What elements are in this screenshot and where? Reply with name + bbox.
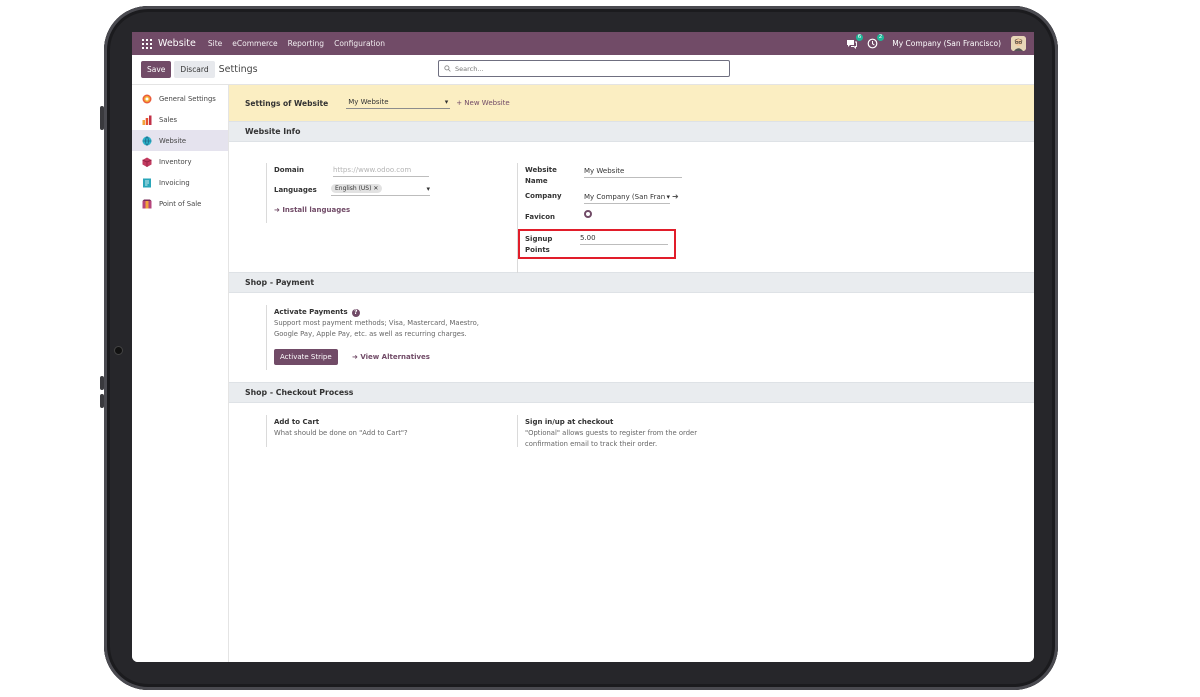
- favicon-upload-icon[interactable]: [584, 210, 592, 218]
- activate-payments-label: Activate Payments?: [274, 308, 360, 317]
- chat-badge: 6: [855, 34, 864, 41]
- chat-icon[interactable]: 6: [846, 34, 864, 50]
- general-settings-icon: [142, 94, 152, 104]
- website-info-body: Domain https://www.odoo.com Languages En…: [229, 142, 1034, 273]
- shop-payment-body: Activate Payments? Support most payment …: [229, 293, 1034, 382]
- website-selector-label: Settings of Website: [245, 98, 329, 108]
- top-navbar: Website Site eCommerce Reporting Configu…: [132, 32, 1034, 55]
- section-checkout-process: Shop - Checkout Process: [229, 382, 1034, 403]
- camera-dot: [114, 346, 123, 355]
- menu-reporting[interactable]: Reporting: [288, 39, 324, 48]
- sidebar-item-point-of-sale[interactable]: Point of Sale: [132, 193, 228, 214]
- sidebar-item-label: General Settings: [159, 94, 216, 103]
- sidebar-item-label: Invoicing: [159, 178, 190, 187]
- arrow-right-icon: ➜: [274, 206, 280, 214]
- website-select[interactable]: My Website ▾: [346, 97, 451, 109]
- navbar-right: 6 2 My Company (San Francisco): [846, 32, 1026, 55]
- save-button[interactable]: Save: [141, 61, 172, 78]
- new-website-link[interactable]: + New Website: [456, 99, 510, 107]
- add-to-cart-label: Add to Cart: [274, 418, 320, 426]
- sidebar-item-label: Point of Sale: [159, 199, 202, 208]
- signin-description-line-2: confirmation email to track their order.: [525, 440, 658, 447]
- caret-down-icon: ▾: [666, 193, 670, 201]
- website-name-label: Website Name: [525, 166, 557, 185]
- caret-down-icon: ▾: [426, 184, 430, 193]
- sidebar-item-general-settings[interactable]: General Settings: [132, 88, 228, 109]
- help-question-icon[interactable]: ?: [351, 309, 360, 317]
- sidebar-item-website[interactable]: Website: [132, 130, 228, 151]
- sidebar-item-label: Inventory: [159, 157, 192, 166]
- external-link-arrow-icon[interactable]: ➜: [672, 192, 679, 201]
- user-avatar[interactable]: [1011, 36, 1026, 51]
- install-languages-link[interactable]: ➜ Install languages: [274, 206, 350, 214]
- sidebar-item-label: Sales: [159, 115, 178, 124]
- activity-badge: 2: [876, 34, 885, 41]
- language-tag[interactable]: English (US) ✕: [331, 184, 383, 193]
- signup-points-input[interactable]: 5.00: [580, 234, 668, 245]
- menu-site[interactable]: Site: [208, 39, 222, 48]
- signin-checkout-label: Sign in/up at checkout: [525, 418, 614, 426]
- screen: Website Site eCommerce Reporting Configu…: [132, 32, 1034, 662]
- caret-down-icon: ▾: [444, 97, 449, 106]
- section-website-info: Website Info: [229, 121, 1034, 142]
- settings-content: Settings of Website My Website ▾ + New W…: [229, 85, 1034, 662]
- website-name-input[interactable]: My Website: [584, 167, 682, 178]
- tag-remove-icon[interactable]: ✕: [373, 185, 378, 192]
- menu-ecommerce[interactable]: eCommerce: [232, 39, 277, 48]
- company-select-value: My Company (San Fran: [584, 193, 666, 201]
- company-select[interactable]: My Company (San Fran ▾: [584, 193, 670, 204]
- tablet-side-button: [100, 376, 104, 390]
- left-column-divider: [266, 163, 273, 223]
- sidebar-item-label: Website: [159, 136, 187, 145]
- settings-sidebar: General Settings Sales Website Inventory: [132, 85, 229, 662]
- activate-stripe-button[interactable]: Activate Stripe: [274, 349, 338, 365]
- activity-clock-icon[interactable]: 2: [867, 34, 885, 49]
- company-label: Company: [525, 192, 562, 200]
- tablet-side-button: [100, 394, 104, 408]
- view-alternatives-link[interactable]: ➜ View Alternatives: [352, 353, 430, 361]
- search-box[interactable]: [438, 60, 730, 77]
- signup-points-label: Signup Points: [525, 235, 553, 254]
- tablet-side-button: [100, 106, 104, 130]
- company-switcher[interactable]: My Company (San Francisco): [892, 39, 1001, 48]
- languages-field[interactable]: English (US) ✕ ▾: [331, 184, 430, 196]
- point-of-sale-icon: [142, 199, 152, 209]
- payment-description-line-2: Google Pay, Apple Pay, etc. as well as r…: [274, 330, 467, 338]
- checkout-left-divider: [266, 415, 273, 447]
- languages-label: Languages: [274, 186, 317, 194]
- menu-configuration[interactable]: Configuration: [334, 39, 385, 48]
- sidebar-item-inventory[interactable]: Inventory: [132, 151, 228, 172]
- section-shop-payment: Shop - Payment: [229, 272, 1034, 293]
- domain-label: Domain: [274, 166, 305, 174]
- payment-description-line-1: Support most payment methods; Visa, Mast…: [274, 319, 479, 327]
- app-name[interactable]: Website: [158, 38, 196, 49]
- website-selector-bar: Settings of Website My Website ▾ + New W…: [229, 85, 1034, 121]
- invoicing-icon: [142, 178, 152, 188]
- sales-icon: [142, 115, 152, 125]
- checkout-body: Add to Cart What should be done on "Add …: [229, 403, 1034, 447]
- apps-grid-icon[interactable]: [142, 38, 152, 49]
- search-input[interactable]: [455, 64, 705, 73]
- search-icon: [444, 65, 451, 72]
- control-panel: Save Discard Settings: [132, 55, 1034, 85]
- sidebar-item-sales[interactable]: Sales: [132, 109, 228, 130]
- payment-column-divider: [266, 305, 273, 370]
- breadcrumb: Settings: [218, 64, 258, 75]
- arrow-right-icon: ➜: [352, 353, 358, 361]
- website-select-value: My Website: [348, 97, 389, 106]
- settings-body: General Settings Sales Website Inventory: [132, 85, 1034, 662]
- add-to-cart-description: What should be done on "Add to Cart"?: [274, 429, 408, 437]
- signin-description-line-1: "Optional" allows guests to register fro…: [525, 429, 697, 437]
- sidebar-item-invoicing[interactable]: Invoicing: [132, 172, 228, 193]
- inventory-box-icon: [142, 157, 152, 167]
- checkout-right-divider: [517, 415, 524, 447]
- domain-input[interactable]: https://www.odoo.com: [333, 166, 429, 177]
- website-globe-icon: [142, 135, 152, 146]
- discard-button[interactable]: Discard: [174, 61, 215, 78]
- favicon-label: Favicon: [525, 213, 555, 221]
